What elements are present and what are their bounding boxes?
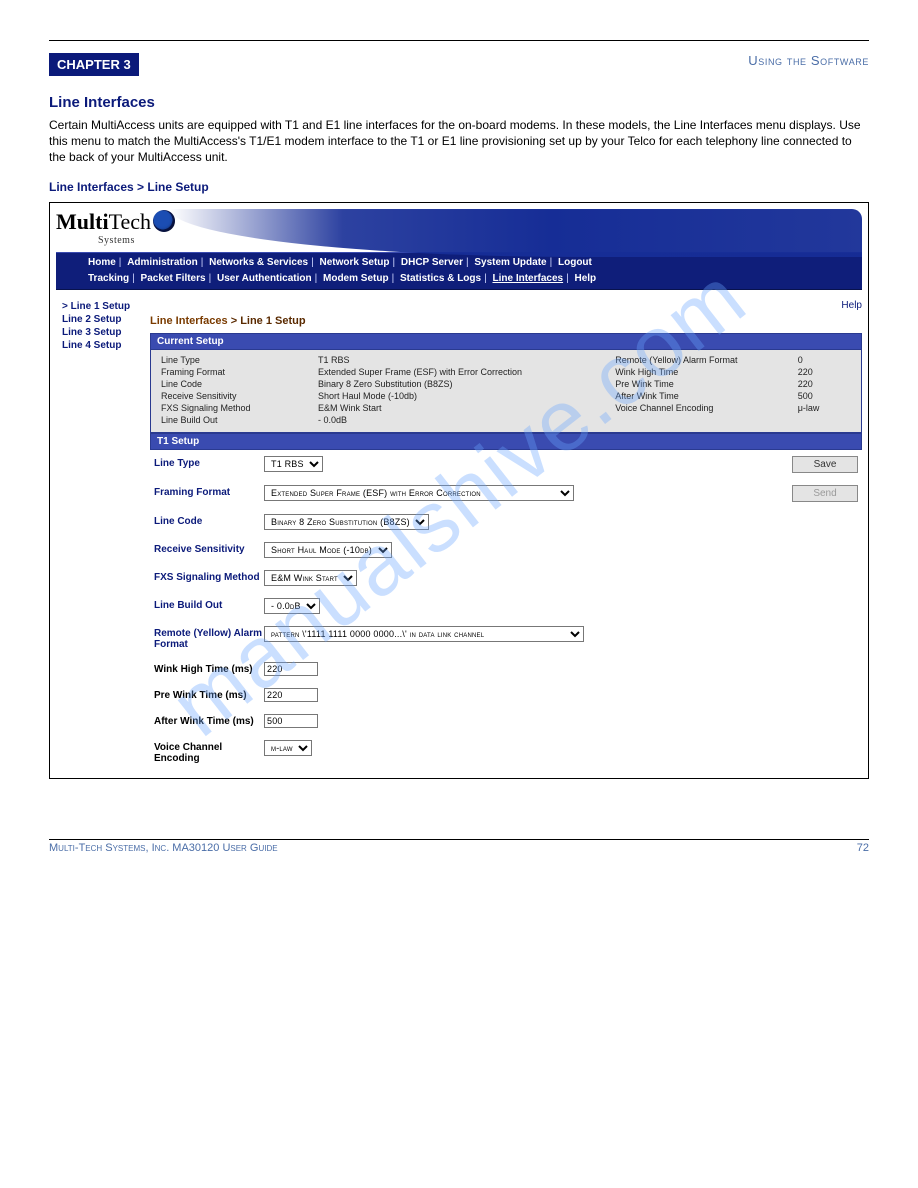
sidenav: Line 1 Setup Line 2 Setup Line 3 Setup L… xyxy=(56,300,146,770)
nav-packet-filters[interactable]: Packet Filters xyxy=(141,273,206,284)
select-remote-alarm[interactable]: pattern \'1111 1111 0000 0000...\' in da… xyxy=(264,626,584,642)
table-row: FXS Signaling MethodE&M Wink StartVoice … xyxy=(157,402,855,414)
label-after-wink: After Wink Time (ms) xyxy=(154,714,264,727)
field-line-build-out: Line Build Out - 0.0dB xyxy=(150,592,862,620)
select-receive-sensitivity[interactable]: Short Haul Mode (-10db) xyxy=(264,542,392,558)
nav-network-setup[interactable]: Network Setup xyxy=(319,257,389,268)
nav-user-auth[interactable]: User Authentication xyxy=(217,273,312,284)
nav-networks-services[interactable]: Networks & Services xyxy=(209,257,308,268)
label-receive-sensitivity: Receive Sensitivity xyxy=(154,542,264,555)
logo-tech: Tech xyxy=(109,209,151,234)
select-fxs-signaling[interactable]: E&M Wink Start xyxy=(264,570,357,586)
input-pre-wink[interactable] xyxy=(264,688,318,702)
logo-multi: Multi xyxy=(56,209,109,234)
section-heading: Line Interfaces xyxy=(49,94,869,111)
select-line-code[interactable]: Binary 8 Zero Substitution (B8ZS) xyxy=(264,514,429,530)
current-setup-table: Line TypeT1 RBSRemote (Yellow) Alarm For… xyxy=(157,354,855,426)
field-fxs-signaling: FXS Signaling Method E&M Wink Start xyxy=(150,564,862,592)
t1-setup-title: T1 Setup xyxy=(150,433,862,450)
label-line-code: Line Code xyxy=(154,514,264,527)
label-line-type: Line Type xyxy=(154,456,264,469)
nav-dhcp-server[interactable]: DHCP Server xyxy=(401,257,463,268)
label-remote-alarm: Remote (Yellow) Alarm Format xyxy=(154,626,264,650)
field-voice-encoding: Voice Channel Encoding μ-law xyxy=(150,734,862,770)
nav-line-interfaces[interactable]: Line Interfaces xyxy=(492,273,563,284)
chapter-badge: CHAPTER 3 xyxy=(49,53,139,76)
table-row: Receive SensitivityShort Haul Mode (-10d… xyxy=(157,390,855,402)
select-framing-format[interactable]: Extended Super Frame (ESF) with Error Co… xyxy=(264,485,574,501)
nav-logout[interactable]: Logout xyxy=(558,257,592,268)
select-line-build-out[interactable]: - 0.0dB xyxy=(264,598,320,614)
navbar-row-1: Home| Administration| Networks & Service… xyxy=(60,255,858,271)
footer: Multi-Tech Systems, Inc. MA30120 User Gu… xyxy=(49,842,869,854)
nav-administration[interactable]: Administration xyxy=(127,257,198,268)
breadcrumb-leaf: Line 1 Setup xyxy=(240,315,305,327)
field-wink-high: Wink High Time (ms) xyxy=(150,656,862,682)
nav-help[interactable]: Help xyxy=(574,273,596,284)
nav-stats-logs[interactable]: Statistics & Logs xyxy=(400,273,481,284)
field-pre-wink: Pre Wink Time (ms) xyxy=(150,682,862,708)
sidenav-line-4[interactable]: Line 4 Setup xyxy=(56,339,146,352)
select-voice-encoding[interactable]: μ-law xyxy=(264,740,312,756)
field-after-wink: After Wink Time (ms) xyxy=(150,708,862,734)
input-after-wink[interactable] xyxy=(264,714,318,728)
sidenav-line-3[interactable]: Line 3 Setup xyxy=(56,326,146,339)
nav-home[interactable]: Home xyxy=(88,257,116,268)
input-wink-high[interactable] xyxy=(264,662,318,676)
table-row: Line Build Out- 0.0dB xyxy=(157,414,855,426)
help-link[interactable]: Help xyxy=(150,300,862,311)
sidenav-line-1[interactable]: Line 1 Setup xyxy=(56,300,146,313)
section-sub: Line Interfaces > Line Setup xyxy=(49,180,869,194)
logo: MultiTech Systems xyxy=(56,209,862,246)
logo-systems: Systems xyxy=(98,235,175,246)
label-line-build-out: Line Build Out xyxy=(154,598,264,611)
select-line-type[interactable]: T1 RBS xyxy=(264,456,323,472)
chapter-title: Using the Software xyxy=(139,53,869,68)
label-framing-format: Framing Format xyxy=(154,485,264,498)
nav-tracking[interactable]: Tracking xyxy=(88,273,129,284)
send-button[interactable]: Send xyxy=(792,485,858,502)
section-intro: Certain MultiAccess units are equipped w… xyxy=(49,117,869,166)
top-rule xyxy=(49,40,869,41)
label-fxs-signaling: FXS Signaling Method xyxy=(154,570,264,583)
nav-system-update[interactable]: System Update xyxy=(474,257,546,268)
footer-rule xyxy=(49,839,869,840)
label-wink-high: Wink High Time (ms) xyxy=(154,662,264,675)
save-button[interactable]: Save xyxy=(792,456,858,473)
label-pre-wink: Pre Wink Time (ms) xyxy=(154,688,264,701)
table-row: Line CodeBinary 8 Zero Substitution (B8Z… xyxy=(157,378,855,390)
field-remote-alarm: Remote (Yellow) Alarm Format pattern \'1… xyxy=(150,620,862,656)
field-receive-sensitivity: Receive Sensitivity Short Haul Mode (-10… xyxy=(150,536,862,564)
screenshot-frame: manualshive.com MultiTech Systems Home| … xyxy=(49,202,869,779)
breadcrumb-root[interactable]: Line Interfaces xyxy=(150,315,228,327)
table-row: Line TypeT1 RBSRemote (Yellow) Alarm For… xyxy=(157,354,855,366)
sidenav-line-2[interactable]: Line 2 Setup xyxy=(56,313,146,326)
field-framing-format: Framing Format Extended Super Frame (ESF… xyxy=(150,479,862,508)
field-line-type: Line Type T1 RBS Save xyxy=(150,450,862,479)
logo-circle-icon xyxy=(153,210,175,232)
footer-left: Multi-Tech Systems, Inc. MA30120 User Gu… xyxy=(49,842,278,854)
breadcrumb: Line Interfaces > Line 1 Setup xyxy=(150,315,862,327)
current-setup-title: Current Setup xyxy=(150,333,862,350)
field-line-code: Line Code Binary 8 Zero Substitution (B8… xyxy=(150,508,862,536)
navbar-row-2: Tracking| Packet Filters| User Authentic… xyxy=(60,271,858,287)
current-setup-body: Line TypeT1 RBSRemote (Yellow) Alarm For… xyxy=(150,350,862,433)
footer-page: 72 xyxy=(857,842,869,854)
label-voice-encoding: Voice Channel Encoding xyxy=(154,740,264,764)
nav-modem-setup[interactable]: Modem Setup xyxy=(323,273,389,284)
navbar: Home| Administration| Networks & Service… xyxy=(56,252,862,290)
table-row: Framing FormatExtended Super Frame (ESF)… xyxy=(157,366,855,378)
